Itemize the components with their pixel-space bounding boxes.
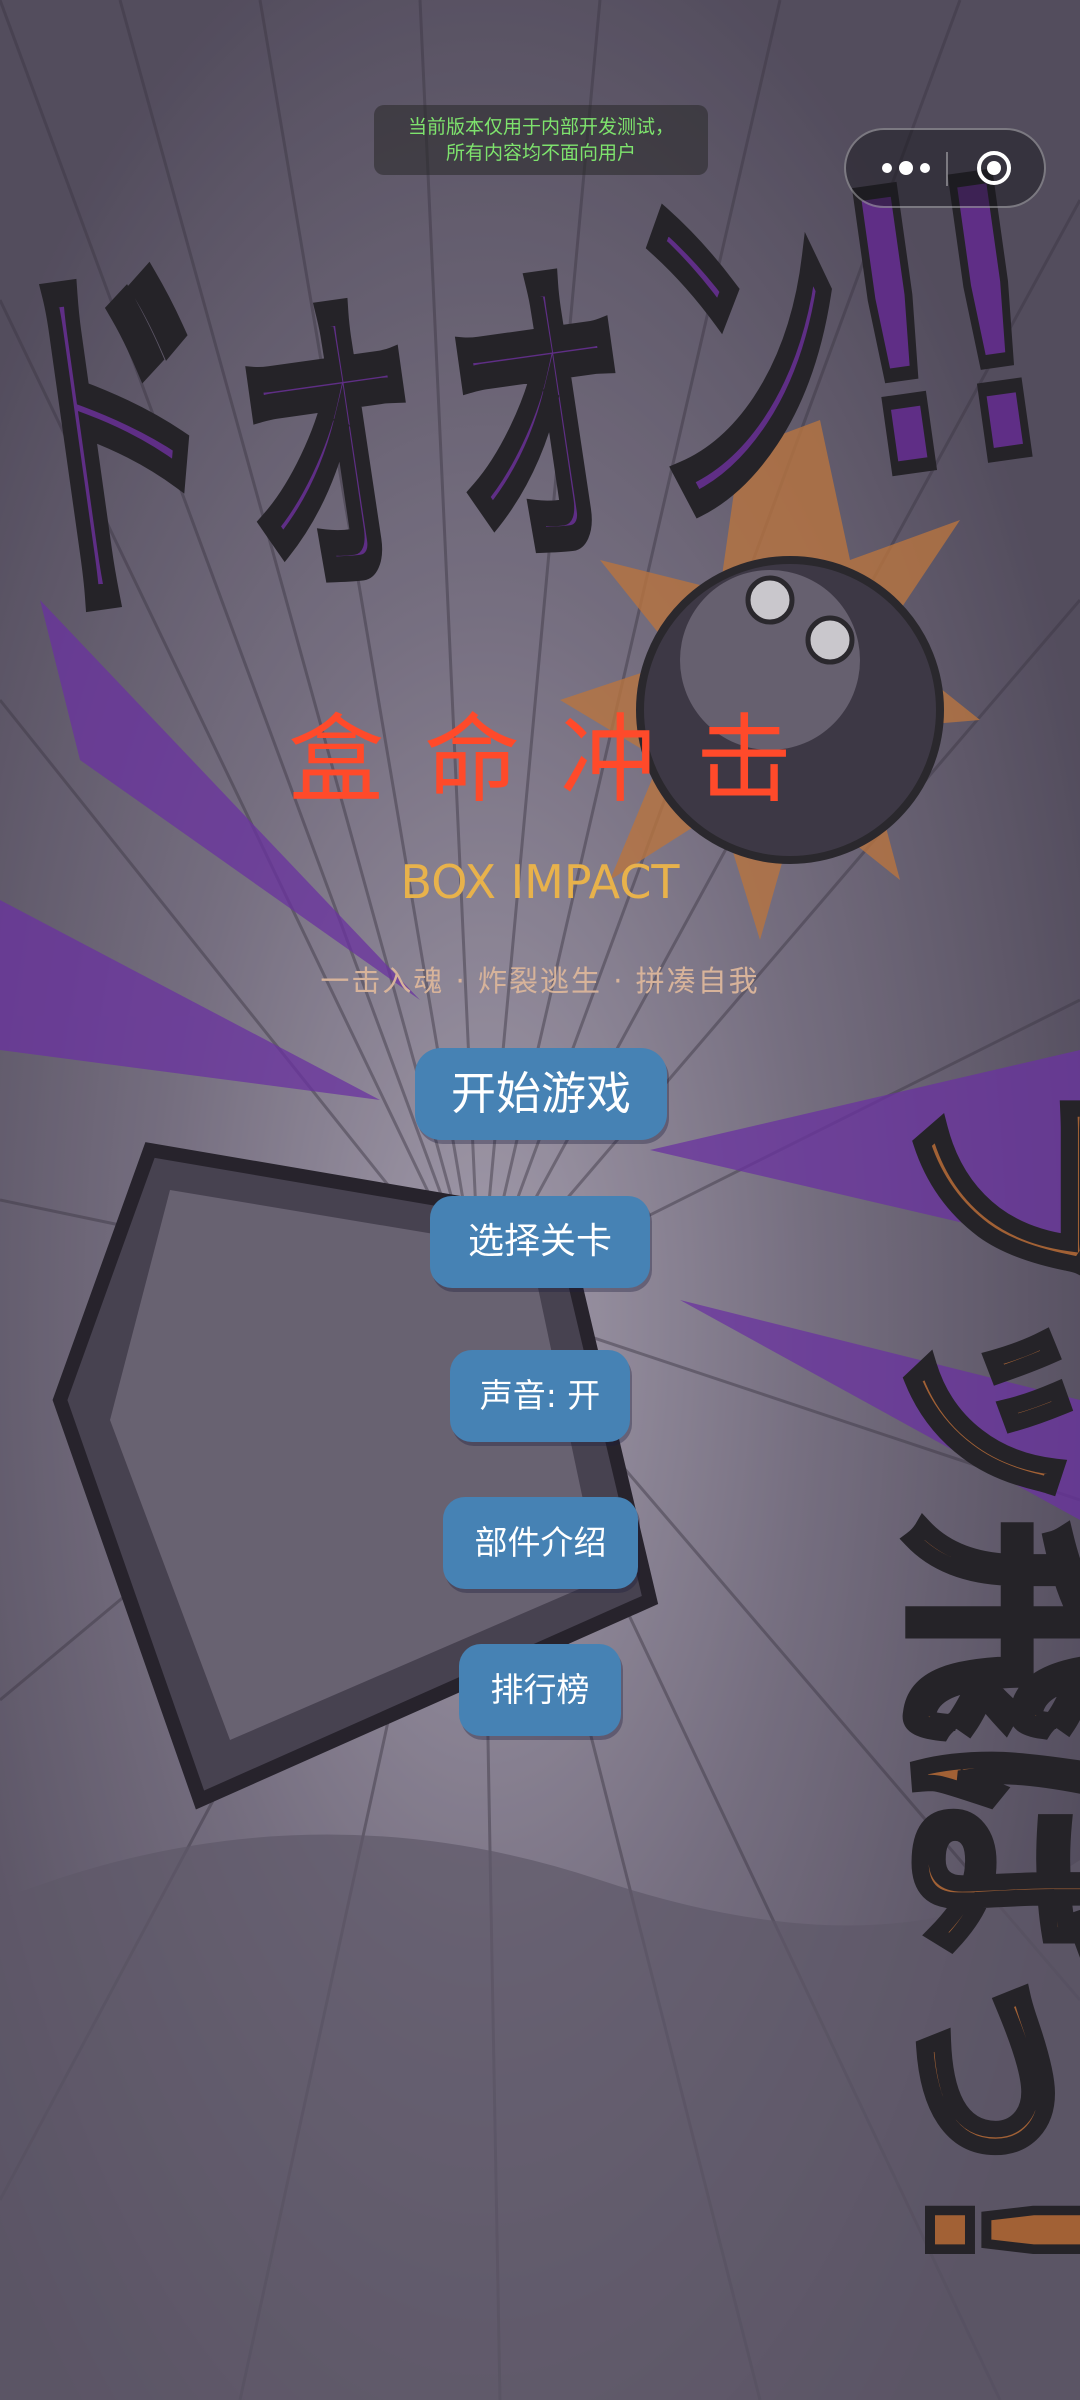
dev-notice-line1: 当前版本仅用于内部开发测试， (407, 116, 674, 138)
game-tagline: 一击入魂 · 炸裂逃生 · 拼凑自我 (320, 964, 760, 998)
select-level-button[interactable]: 选择关卡 (430, 1196, 650, 1288)
mini-program-close-icon[interactable] (956, 130, 1032, 206)
sound-toggle-button[interactable]: 声音: 开 (450, 1350, 630, 1442)
capsule-divider (946, 152, 948, 186)
parts-intro-button[interactable]: 部件介绍 (443, 1497, 638, 1589)
mini-program-capsule (844, 128, 1046, 208)
leaderboard-button[interactable]: 排行榜 (459, 1644, 621, 1736)
dev-notice-line2: 所有内容均不面向用户 (445, 142, 636, 164)
more-dots-icon[interactable] (868, 130, 944, 206)
game-title: 盒命冲击 (288, 704, 832, 816)
start-game-button[interactable]: 开始游戏 (415, 1048, 667, 1140)
game-subtitle: BOX IMPACT (400, 855, 680, 909)
game-menu-screen: ドォォン!! ブッ飛ばっ! 当前版本仅用于内部开发测试， 所有内容均不面向用户 … (0, 0, 1080, 2400)
dev-notice-banner: 当前版本仅用于内部开发测试， 所有内容均不面向用户 (374, 105, 708, 175)
